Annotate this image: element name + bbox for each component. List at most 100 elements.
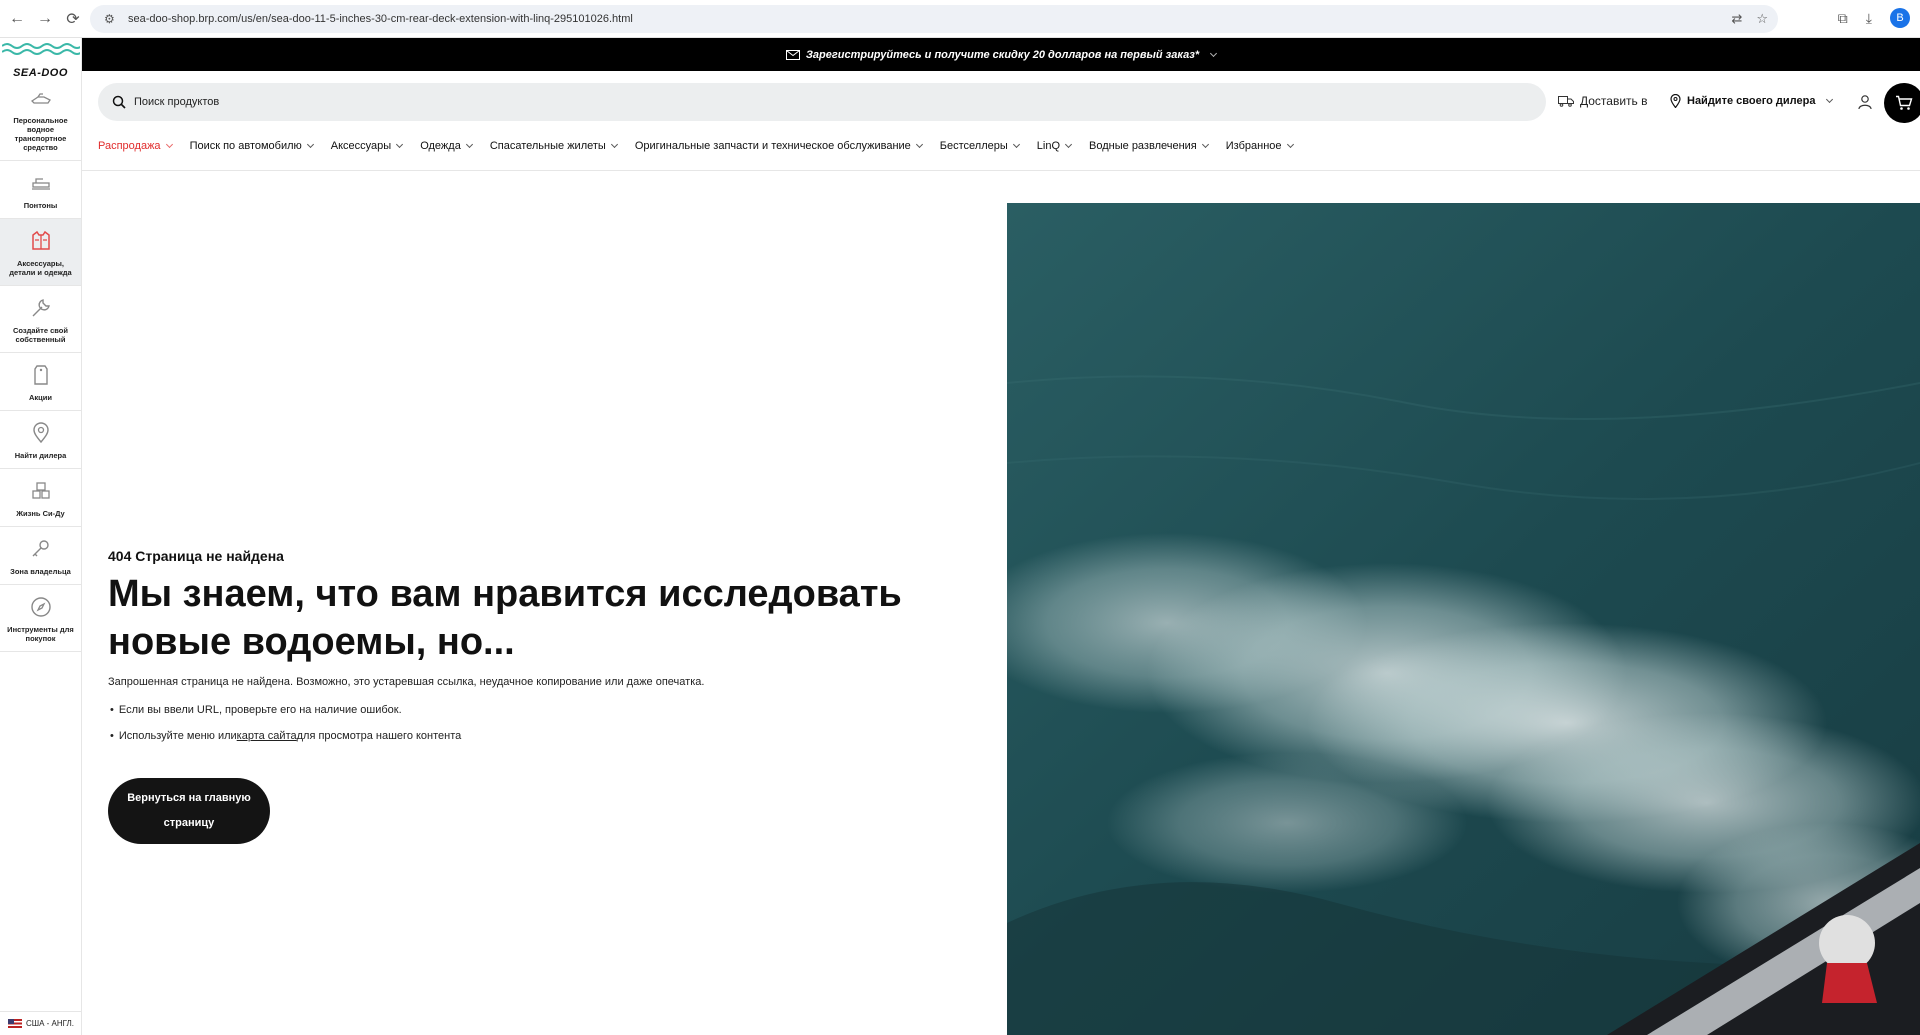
nav-item-clothing[interactable]: Одежда	[420, 140, 473, 152]
nav-item-favorites[interactable]: Избранное	[1225, 140, 1294, 152]
nav-item-parts-maintenance[interactable]: Оригинальные запчасти и техническое обсл…	[634, 140, 923, 152]
main-nav: Распродажа Поиск по автомобилю Аксессуар…	[98, 140, 1311, 152]
sidebar-item-label: Жизнь Си-Ду	[16, 509, 65, 518]
list-item-text: Используйте меню или	[118, 730, 237, 742]
list-item-text: Если вы ввели URL, проверьте его на нали…	[118, 704, 402, 716]
sidebar-item-pontoons[interactable]: Понтоны	[0, 161, 81, 219]
sidebar-item-label: Создайте свой собственный	[13, 326, 68, 344]
deliver-to-label: Доставить в	[1580, 94, 1648, 108]
error-description: Запрошенная страница не найдена. Возможн…	[108, 676, 705, 688]
nav-label: LinQ	[1036, 140, 1061, 152]
deliver-to-button[interactable]: Доставить в	[1558, 94, 1648, 108]
locale-selector[interactable]: США - АНГЛ.	[0, 1011, 82, 1035]
nav-label: Оригинальные запчасти и техническое обсл…	[634, 140, 911, 152]
sidebar-item-owner-zone[interactable]: Зона владельца	[0, 527, 81, 585]
sidebar-item-seadoo-life[interactable]: Жизнь Си-Ду	[0, 469, 81, 527]
sidebar-item-label: Акции	[28, 393, 52, 402]
us-flag-icon	[7, 1019, 22, 1028]
pontoon-icon	[31, 178, 50, 190]
chevron-down-icon	[1201, 140, 1209, 149]
envelope-icon	[785, 49, 800, 60]
sitemap-link[interactable]: карта сайта	[237, 730, 297, 742]
location-pin-icon	[1670, 94, 1681, 108]
error-code: 404 Страница не найдена	[108, 548, 284, 564]
sidebar-item-shopping-tools[interactable]: Инструменты для покупок	[0, 585, 81, 652]
nav-label: Бестселлеры	[939, 140, 1008, 152]
sidebar-item-label: Аксессуары, детали и одежда	[9, 259, 72, 277]
community-icon	[31, 482, 50, 499]
promo-banner[interactable]: Зарегистрируйтесь и получите скидку 20 д…	[82, 38, 1920, 71]
life-vest-icon	[31, 230, 50, 250]
nav-item-linq[interactable]: LinQ	[1036, 140, 1073, 152]
wrench-icon	[32, 299, 50, 317]
sidebar-item-find-dealer[interactable]: Найти дилера	[0, 411, 81, 469]
nav-label: Одежда	[420, 140, 461, 152]
account-button[interactable]	[1857, 94, 1873, 115]
profile-avatar[interactable]: B	[1890, 8, 1910, 28]
nav-label: Водные развлечения	[1089, 140, 1197, 152]
download-icon[interactable]: ⤓	[1866, 10, 1872, 27]
nav-item-accessories[interactable]: Аксессуары	[330, 140, 404, 152]
tag-icon	[33, 365, 48, 385]
location-pin-icon	[32, 422, 49, 444]
chevron-down-icon	[1012, 140, 1020, 149]
sidebar-item-accessories[interactable]: Аксессуары, детали и одежда	[0, 219, 81, 286]
site-info-icon[interactable]: ⚙	[104, 12, 118, 26]
site-header: Поиск продуктов Доставить в Найдите свое…	[82, 71, 1920, 171]
nav-label: Распродажа	[98, 140, 161, 152]
nav-item-sale[interactable]: Распродажа	[98, 140, 173, 152]
nav-label: Аксессуары	[330, 140, 392, 152]
help-list: Если вы ввели URL, проверьте его на нали…	[108, 704, 958, 742]
chevron-down-icon	[465, 140, 473, 149]
address-bar[interactable]: ⚙ sea-doo-shop.brp.com/us/en/sea-doo-11-…	[90, 5, 1778, 33]
translate-icon[interactable]: ⇄	[1731, 11, 1742, 27]
truck-icon	[1558, 96, 1574, 107]
sidebar-item-promotions[interactable]: Акции	[0, 353, 81, 411]
back-icon[interactable]: ←	[4, 6, 30, 32]
nav-label: Избранное	[1225, 140, 1282, 152]
nav-item-bestsellers[interactable]: Бестселлеры	[939, 140, 1020, 152]
chevron-down-icon	[1286, 140, 1294, 149]
sidebar-item-build[interactable]: Создайте свой собственный	[0, 286, 81, 353]
cart-button[interactable]	[1884, 83, 1920, 123]
find-dealer-button[interactable]: Найдите своего дилера	[1670, 94, 1834, 108]
extensions-icon[interactable]: ⧉	[1838, 10, 1848, 27]
page-title: Мы знаем, что вам нравится исследовать н…	[108, 573, 902, 663]
list-item: Используйте меню иликарта сайтадля просм…	[108, 730, 958, 742]
chevron-down-icon	[1826, 95, 1834, 104]
not-found-content: 404 Страница не найдена Мы знаем, что ва…	[108, 548, 958, 844]
chevron-down-icon	[915, 140, 923, 149]
nav-label: Спасательные жилеты	[489, 140, 606, 152]
locale-label: США - АНГЛ.	[25, 1019, 75, 1028]
find-dealer-label: Найдите своего дилера	[1687, 95, 1816, 107]
chevron-down-icon	[1064, 140, 1073, 149]
url-text: sea-doo-shop.brp.com/us/en/sea-doo-11-5-…	[128, 13, 633, 25]
nav-item-water-fun[interactable]: Водные развлечения	[1089, 140, 1209, 152]
jetski-icon	[30, 93, 51, 104]
compass-icon	[30, 597, 51, 617]
sidebar-item-label: Зона владельца	[10, 567, 71, 576]
nav-label: Поиск по автомобилю	[189, 140, 302, 152]
sea-wave-illustration	[1007, 203, 1920, 1035]
nav-item-vehicle-search[interactable]: Поиск по автомобилю	[189, 140, 314, 152]
chevron-down-icon	[165, 140, 173, 149]
promo-text: Зарегистрируйтесь и получите скидку 20 д…	[805, 48, 1200, 61]
search-icon	[112, 95, 126, 109]
chevron-down-icon	[1210, 49, 1218, 57]
search-input[interactable]: Поиск продуктов	[98, 83, 1546, 121]
chevron-down-icon	[396, 140, 404, 149]
sidebar-item-label: Персональное водное транспортное средств…	[13, 116, 68, 152]
sidebar-item-label: Найти дилера	[14, 451, 67, 460]
sidebar-item-pwc[interactable]: Персональное водное транспортное средств…	[0, 76, 81, 161]
brand-logo[interactable]: SEA-DOO	[0, 38, 83, 79]
left-sidebar: SEA-DOO Персональное водное транспортное…	[0, 38, 83, 1035]
back-home-button[interactable]: Вернуться на главную страницу	[108, 778, 270, 844]
bookmark-star-icon[interactable]: ☆	[1756, 11, 1768, 27]
nav-item-life-jackets[interactable]: Спасательные жилеты	[489, 140, 618, 152]
sidebar-item-label: Понтоны	[23, 201, 58, 210]
reload-icon[interactable]: ⟳	[60, 6, 86, 32]
cart-icon	[1896, 95, 1913, 110]
browser-toolbar: ← → ⟳ ⚙ sea-doo-shop.brp.com/us/en/sea-d…	[0, 0, 1920, 38]
search-placeholder: Поиск продуктов	[134, 96, 220, 108]
forward-icon[interactable]: →	[32, 6, 58, 32]
